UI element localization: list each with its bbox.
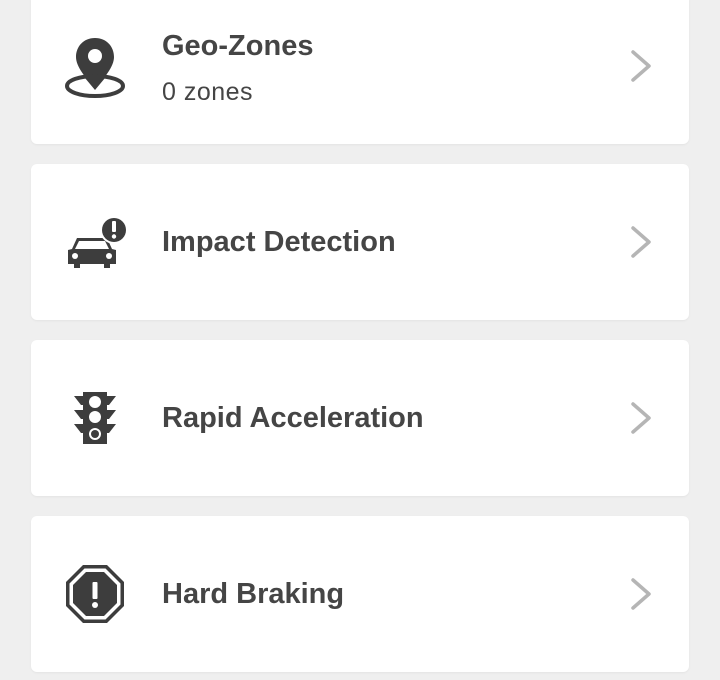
rapid-acceleration-title: Rapid Acceleration: [162, 402, 424, 434]
settings-item-hard-braking[interactable]: Hard Braking: [31, 516, 689, 672]
map-pin-icon: [63, 34, 127, 98]
geo-zones-count: 0 zones: [162, 78, 254, 106]
chevron-right-icon: [629, 576, 653, 612]
chevron-right-icon: [629, 224, 653, 260]
settings-item-geo-zones[interactable]: Geo-Zones 0 zones: [31, 0, 689, 144]
settings-item-impact-detection[interactable]: Impact Detection: [31, 164, 689, 320]
hard-braking-title: Hard Braking: [162, 578, 345, 610]
impact-detection-title: Impact Detection: [162, 226, 396, 258]
octagon-alert-icon: [63, 562, 127, 626]
car-alert-icon: [63, 212, 127, 276]
geo-zones-title: Geo-Zones: [162, 30, 314, 62]
settings-item-rapid-acceleration[interactable]: Rapid Acceleration: [31, 340, 689, 496]
chevron-right-icon: [629, 400, 653, 436]
traffic-light-icon: [63, 386, 127, 450]
chevron-right-icon: [629, 48, 653, 84]
